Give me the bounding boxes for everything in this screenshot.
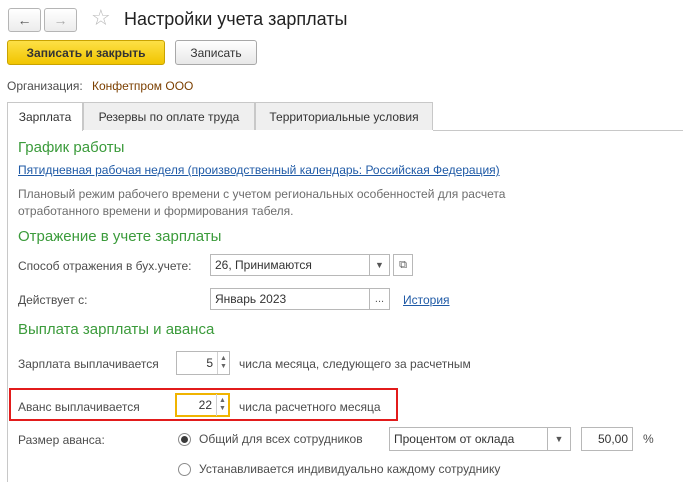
salary-day-value: 5 [206, 356, 213, 370]
percent-unit: % [643, 432, 654, 446]
percent-input[interactable]: 50,00 [581, 427, 633, 451]
save-and-close-button[interactable]: Записать и закрыть [7, 40, 165, 65]
advance-method-value: Процентом от оклада [394, 432, 515, 446]
ellipsis-icon: ... [374, 293, 385, 305]
effective-select-button[interactable]: ... [369, 288, 390, 310]
advance-day-label: Аванс выплачивается [18, 400, 140, 414]
advance-day-stepper[interactable]: 22 ▲ ▼ [175, 393, 230, 417]
arrow-left-icon: ← [17, 12, 32, 28]
radio-common[interactable] [178, 433, 191, 446]
effective-field[interactable]: Январь 2023 [210, 288, 370, 310]
method-label: Способ отражения в бух.учете: [18, 259, 192, 273]
schedule-link[interactable]: Пятидневная рабочая неделя (производстве… [18, 163, 500, 177]
forward-button[interactable]: → [44, 8, 77, 32]
salary-day-label: Зарплата выплачивается [18, 357, 159, 371]
accounting-heading: Отражение в учете зарплаты [18, 228, 222, 245]
radio-individual-label[interactable]: Устанавливается индивидуально каждому со… [199, 462, 500, 476]
payment-heading: Выплата зарплаты и аванса [18, 321, 215, 338]
method-value: 26, Принимаются [215, 258, 312, 272]
tab-labor-reserves[interactable]: Резервы по оплате труда [83, 102, 255, 130]
radio-individual[interactable] [178, 463, 191, 476]
back-button[interactable]: ← [8, 8, 41, 32]
open-window-icon: ⧉ [399, 258, 407, 271]
schedule-note-line2: отработанного времени и формирования таб… [18, 204, 294, 218]
chevron-down-icon: ▼ [375, 260, 384, 270]
advance-day-value: 22 [198, 398, 212, 412]
stepper-arrows-icon[interactable]: ▲ ▼ [216, 394, 228, 416]
method-open-button[interactable]: ⧉ [393, 254, 413, 276]
organization-label: Организация: [7, 79, 83, 93]
tab-panel-border [433, 130, 683, 131]
chevron-down-icon: ▼ [554, 434, 564, 444]
advance-day-suffix: числа расчетного месяца [239, 400, 381, 414]
organization-value[interactable]: Конфетпром ООО [92, 79, 193, 93]
save-button[interactable]: Записать [175, 40, 257, 65]
method-field[interactable]: 26, Принимаются [210, 254, 370, 276]
radio-common-label[interactable]: Общий для всех сотрудников [199, 432, 363, 446]
salary-day-stepper[interactable]: 5 ▲ ▼ [176, 351, 230, 375]
panel-left-border [7, 131, 8, 482]
effective-value: Январь 2023 [215, 292, 287, 306]
percent-value: 50,00 [597, 432, 628, 446]
advance-method-dropdown-button[interactable]: ▼ [547, 427, 571, 451]
method-dropdown-button[interactable]: ▼ [369, 254, 390, 276]
favorite-star-icon[interactable]: ☆ [91, 7, 111, 29]
radio-selected-dot-icon [181, 436, 188, 443]
tab-territorial-conditions[interactable]: Территориальные условия [255, 102, 433, 130]
stepper-arrows-icon[interactable]: ▲ ▼ [217, 352, 229, 374]
schedule-note-line1: Плановый режим рабочего времени с учетом… [18, 187, 506, 201]
advance-method-select[interactable]: Процентом от оклада [389, 427, 548, 451]
salary-day-suffix: числа месяца, следующего за расчетным [239, 357, 471, 371]
tab-salary[interactable]: Зарплата [7, 102, 83, 131]
arrow-right-icon: → [53, 12, 68, 28]
schedule-heading: График работы [18, 139, 125, 156]
page-title: Настройки учета зарплаты [124, 9, 348, 29]
effective-label: Действует с: [18, 293, 88, 307]
advance-size-label: Размер аванса: [18, 433, 105, 447]
history-link[interactable]: История [403, 293, 450, 307]
